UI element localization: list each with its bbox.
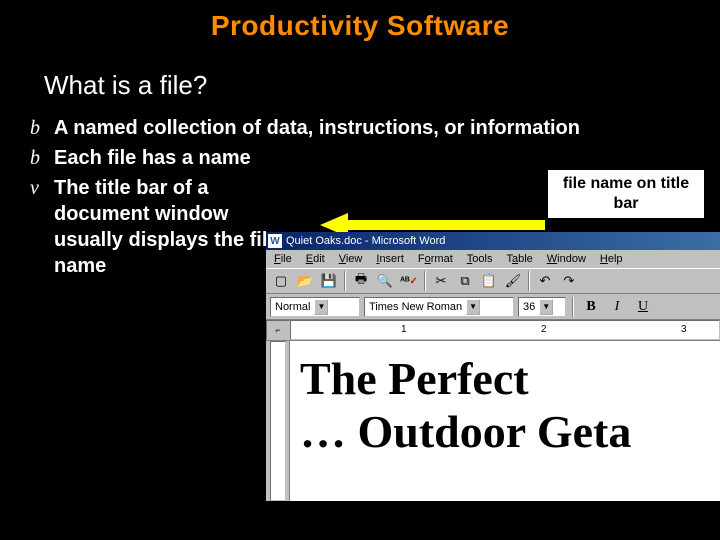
chevron-down-icon: ▼ bbox=[314, 299, 328, 315]
font-combo[interactable]: Times New Roman ▼ bbox=[364, 297, 514, 317]
style-combo[interactable]: Normal ▼ bbox=[270, 297, 360, 317]
document-area: The Perfect … Outdoor Geta bbox=[266, 341, 720, 501]
save-icon[interactable]: 💾 bbox=[318, 270, 340, 292]
menu-format[interactable]: Format bbox=[412, 252, 459, 266]
size-value: 36 bbox=[523, 301, 535, 313]
new-doc-icon[interactable]: ▢ bbox=[270, 270, 292, 292]
document-page[interactable]: The Perfect … Outdoor Geta bbox=[290, 341, 720, 501]
open-icon[interactable]: 📂 bbox=[294, 270, 316, 292]
bold-button[interactable]: B bbox=[580, 297, 602, 317]
formatting-toolbar: Normal ▼ Times New Roman ▼ 36 ▼ B I U bbox=[266, 294, 720, 320]
chevron-down-icon: ▼ bbox=[466, 299, 480, 315]
bullet-text: Each file has a name bbox=[54, 145, 251, 171]
bullet-marker: b bbox=[30, 115, 54, 141]
list-item: b Each file has a name bbox=[30, 145, 720, 171]
menu-table[interactable]: Table bbox=[500, 252, 538, 266]
ruler-mark: 3 bbox=[681, 324, 687, 335]
italic-button[interactable]: I bbox=[606, 297, 628, 317]
ruler-mark: 2 bbox=[541, 324, 547, 335]
standard-toolbar: ▢ 📂 💾 🖶 🔍 ᴬᴮ✓ ✂ ⧉ 📋 🖌 ↶ ↷ bbox=[266, 268, 720, 294]
separator-icon bbox=[424, 271, 426, 291]
preview-icon[interactable]: 🔍 bbox=[374, 270, 396, 292]
style-value: Normal bbox=[275, 301, 310, 313]
bullet-marker: b bbox=[30, 145, 54, 171]
menu-file[interactable]: File bbox=[268, 252, 298, 266]
titlebar-text: Quiet Oaks.doc - Microsoft Word bbox=[286, 235, 445, 247]
menu-insert[interactable]: Insert bbox=[370, 252, 410, 266]
copy-icon[interactable]: ⧉ bbox=[454, 270, 476, 292]
spellcheck-icon[interactable]: ᴬᴮ✓ bbox=[398, 270, 420, 292]
document-text-line: The Perfect bbox=[300, 353, 716, 406]
print-icon[interactable]: 🖶 bbox=[350, 270, 372, 292]
separator-icon bbox=[344, 271, 346, 291]
vertical-ruler[interactable] bbox=[266, 341, 290, 501]
list-item: b A named collection of data, instructio… bbox=[30, 115, 720, 141]
bullet-marker: v bbox=[30, 175, 54, 279]
separator-icon bbox=[572, 297, 574, 317]
menu-help[interactable]: Help bbox=[594, 252, 629, 266]
slide-title: Productivity Software bbox=[0, 0, 720, 42]
ruler-mark: 1 bbox=[401, 324, 407, 335]
font-value: Times New Roman bbox=[369, 301, 462, 313]
undo-icon[interactable]: ↶ bbox=[534, 270, 556, 292]
separator-icon bbox=[528, 271, 530, 291]
bullet-text: The title bar of a document window usual… bbox=[54, 175, 284, 279]
format-painter-icon[interactable]: 🖌 bbox=[502, 270, 524, 292]
menu-bar: File Edit View Insert Format Tools Table… bbox=[266, 250, 720, 268]
titlebar[interactable]: W Quiet Oaks.doc - Microsoft Word bbox=[266, 232, 720, 250]
annotation-callout: file name on title bar bbox=[548, 170, 704, 218]
bullet-text: A named collection of data, instructions… bbox=[54, 115, 580, 141]
redo-icon[interactable]: ↷ bbox=[558, 270, 580, 292]
menu-tools[interactable]: Tools bbox=[461, 252, 499, 266]
slide-heading: What is a file? bbox=[44, 70, 720, 101]
paste-icon[interactable]: 📋 bbox=[478, 270, 500, 292]
ruler-area: ⌐ 1 2 3 bbox=[266, 320, 720, 341]
horizontal-ruler[interactable]: 1 2 3 bbox=[290, 320, 720, 340]
menu-view[interactable]: View bbox=[333, 252, 369, 266]
chevron-down-icon: ▼ bbox=[539, 299, 553, 315]
size-combo[interactable]: 36 ▼ bbox=[518, 297, 566, 317]
word-window: W Quiet Oaks.doc - Microsoft Word File E… bbox=[266, 232, 720, 501]
tab-selector[interactable]: ⌐ bbox=[266, 320, 290, 340]
cut-icon[interactable]: ✂ bbox=[430, 270, 452, 292]
underline-button[interactable]: U bbox=[632, 297, 654, 317]
menu-window[interactable]: Window bbox=[541, 252, 592, 266]
word-app-icon: W bbox=[268, 234, 282, 248]
document-text-line: … Outdoor Geta bbox=[300, 406, 716, 459]
menu-edit[interactable]: Edit bbox=[300, 252, 331, 266]
